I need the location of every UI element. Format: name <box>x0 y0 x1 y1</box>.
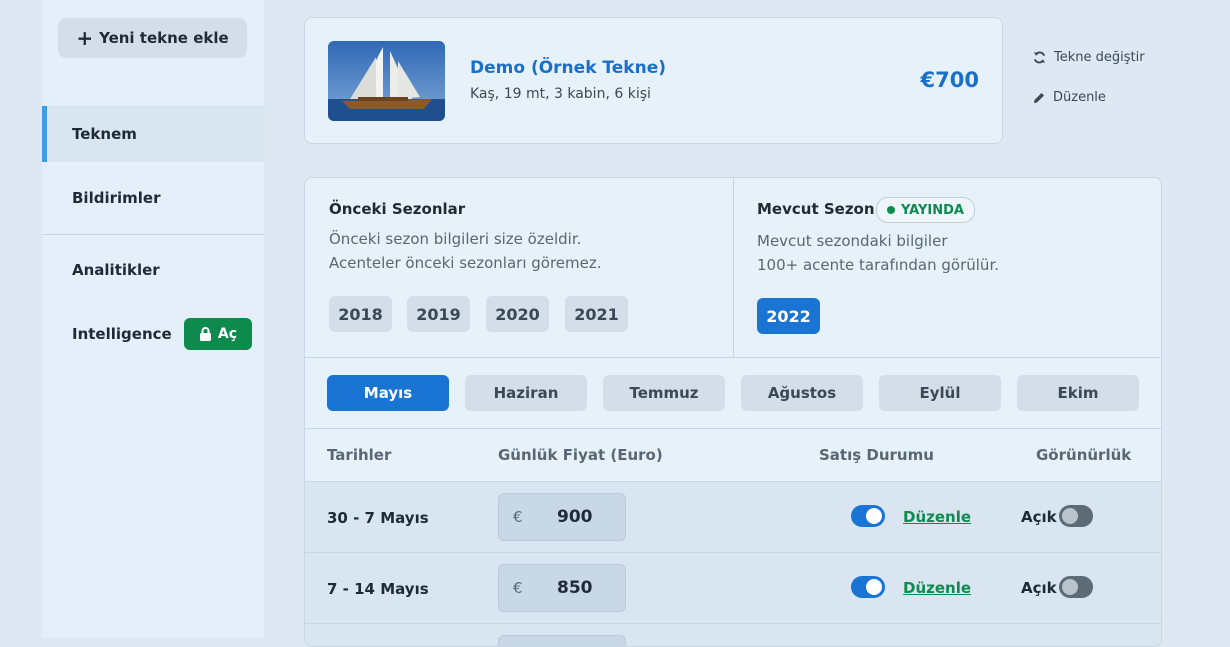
unlock-intelligence-button[interactable]: Aç <box>184 318 252 350</box>
visibility-toggle[interactable] <box>1059 576 1093 598</box>
live-status-badge: YAYINDA <box>876 197 975 223</box>
boat-photo <box>328 41 445 121</box>
row-dates: 30 - 7 Mayıs <box>327 509 429 527</box>
previous-seasons-line1: Önceki sezon bilgileri size özeldir. <box>329 230 582 248</box>
visibility-label: Açık <box>1021 579 1057 597</box>
currency-symbol: € <box>513 508 523 526</box>
sale-status-toggle[interactable] <box>851 505 885 527</box>
season-divider <box>733 178 734 357</box>
tab-mayis[interactable]: Mayıs <box>327 375 449 411</box>
price-input[interactable]: € 850 <box>498 564 626 612</box>
edit-row-link[interactable]: Düzenle <box>903 508 971 526</box>
add-boat-button[interactable]: + Yeni tekne ekle <box>58 18 247 58</box>
sale-status-toggle[interactable] <box>851 576 885 598</box>
year-button-2022[interactable]: 2022 <box>757 298 820 334</box>
price-value: 900 <box>557 507 593 527</box>
plus-icon: + <box>76 26 94 50</box>
previous-seasons-title: Önceki Sezonlar <box>329 200 466 218</box>
price-input[interactable] <box>498 635 626 646</box>
tab-eylul[interactable]: Eylül <box>879 375 1001 411</box>
current-season-title: Mevcut Sezon <box>757 200 875 218</box>
sidebar-item-teknem[interactable]: Teknem <box>42 106 264 162</box>
visibility-toggle[interactable] <box>1059 505 1093 527</box>
row-dates: 7 - 14 Mayıs <box>327 580 429 598</box>
price-input[interactable]: € 900 <box>498 493 626 541</box>
edit-boat-label: Düzenle <box>1053 90 1106 105</box>
tab-agustos[interactable]: Ağustos <box>741 375 863 411</box>
sidebar-item-label: Intelligence <box>72 325 172 343</box>
year-button-2019[interactable]: 2019 <box>407 296 470 332</box>
tab-haziran[interactable]: Haziran <box>465 375 587 411</box>
sidebar-item-analitikler[interactable]: Analitikler <box>42 242 264 298</box>
column-header-dates: Tarihler <box>327 446 392 464</box>
season-divider-horizontal <box>305 357 1161 358</box>
sidebar-item-label: Teknem <box>72 125 137 143</box>
year-button-2018[interactable]: 2018 <box>329 296 392 332</box>
unlock-label: Aç <box>217 326 238 342</box>
live-dot-icon <box>887 206 895 214</box>
tab-ekim[interactable]: Ekim <box>1017 375 1139 411</box>
column-header-sale: Satış Durumu <box>819 446 934 464</box>
table-row <box>305 624 1161 646</box>
table-top-divider <box>305 428 1161 429</box>
current-season-line1: Mevcut sezondaki bilgiler <box>757 232 948 250</box>
year-button-2020[interactable]: 2020 <box>486 296 549 332</box>
boat-name[interactable]: Demo (Örnek Tekne) <box>470 58 666 78</box>
year-button-2021[interactable]: 2021 <box>565 296 628 332</box>
currency-symbol: € <box>513 579 523 597</box>
sidebar-item-label: Bildirimler <box>72 189 161 207</box>
edit-row-link[interactable]: Düzenle <box>903 579 971 597</box>
change-boat-link[interactable]: Tekne değiştir <box>1033 50 1145 65</box>
add-boat-label: Yeni tekne ekle <box>99 29 229 47</box>
table-row: 30 - 7 Mayıs € 900 Düzenle Açık <box>305 482 1161 552</box>
sidebar: + Yeni tekne ekle Teknem Bildirimler Ana… <box>42 0 264 638</box>
pencil-icon <box>1034 92 1044 103</box>
column-header-visibility: Görünürlük <box>1036 446 1132 464</box>
lock-icon <box>199 327 211 341</box>
visibility-label: Açık <box>1021 508 1057 526</box>
current-season-line2: 100+ acente tarafından görülür. <box>757 256 999 274</box>
price-value: 850 <box>557 578 593 598</box>
boat-card: Demo (Örnek Tekne) Kaş, 19 mt, 3 kabin, … <box>304 17 1003 144</box>
column-header-price: Günlük Fiyat (Euro) <box>498 446 663 464</box>
sidebar-item-bildirimler[interactable]: Bildirimler <box>42 170 264 226</box>
table-row: 7 - 14 Mayıs € 850 Düzenle Açık <box>305 553 1161 623</box>
sidebar-divider <box>42 234 264 235</box>
refresh-icon <box>1033 51 1046 64</box>
edit-boat-link[interactable]: Düzenle <box>1033 90 1106 105</box>
boat-meta: Kaş, 19 mt, 3 kabin, 6 kişi <box>470 86 651 102</box>
boat-price: €700 <box>920 68 979 92</box>
change-boat-label: Tekne değiştir <box>1054 50 1145 65</box>
previous-seasons-line2: Acenteler önceki sezonları göremez. <box>329 254 602 272</box>
tab-temmuz[interactable]: Temmuz <box>603 375 725 411</box>
season-card: Önceki Sezonlar Önceki sezon bilgileri s… <box>304 177 1162 647</box>
sidebar-item-label: Analitikler <box>72 261 160 279</box>
live-status-label: YAYINDA <box>901 202 964 218</box>
